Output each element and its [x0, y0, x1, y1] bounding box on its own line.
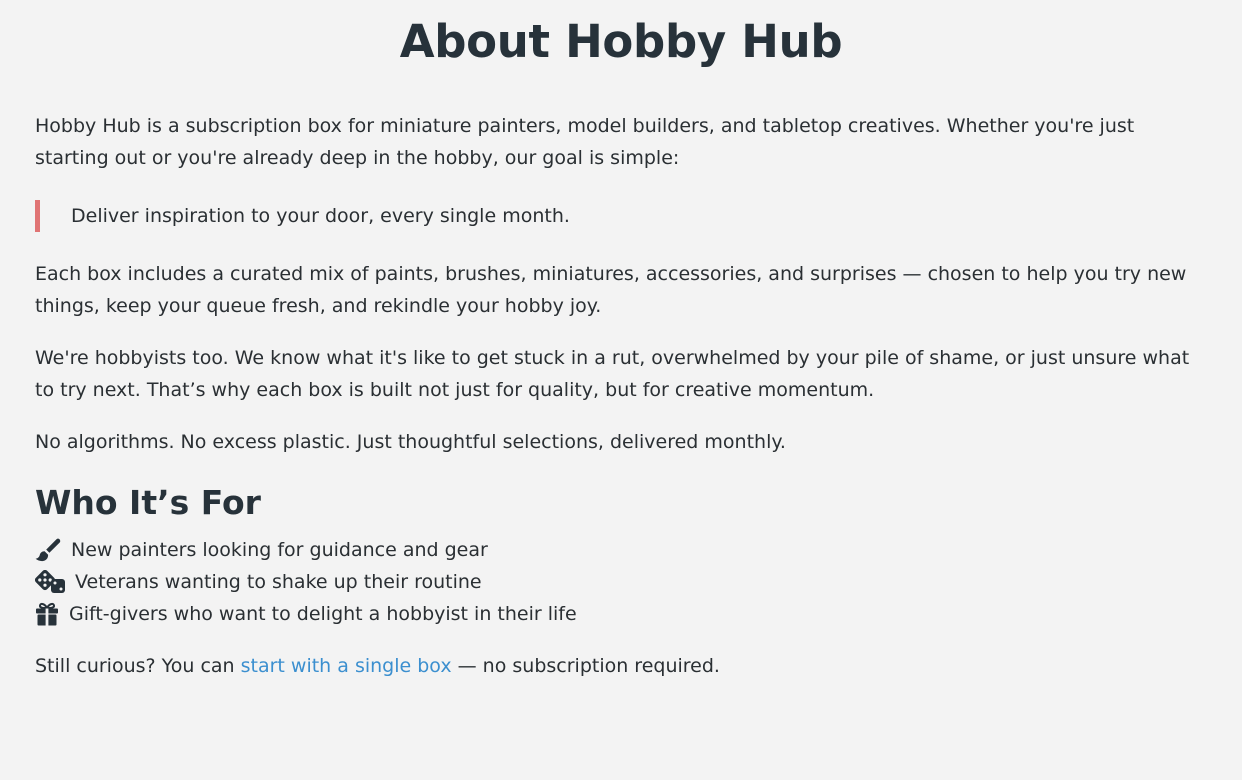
closing-prefix: Still curious? You can: [35, 655, 241, 677]
intro-paragraph: Hobby Hub is a subscription box for mini…: [35, 115, 1135, 169]
page-title: About Hobby Hub: [399, 15, 843, 68]
about-page: About Hobby Hub Hobby Hub is a subscript…: [0, 0, 1242, 682]
who-item-label: New painters looking for guidance and ge…: [71, 539, 488, 561]
box-contents-paragraph: Each box includes a curated mix of paint…: [35, 263, 1187, 317]
closing-paragraph: Still curious? You can start with a sing…: [35, 650, 1207, 682]
mission-quote: Deliver inspiration to your door, every …: [35, 200, 1207, 232]
list-item: New painters looking for guidance and ge…: [35, 534, 1207, 566]
list-item: Gift-givers who want to delight a hobbyi…: [35, 598, 1207, 630]
no-algorithms-paragraph: No algorithms. No excess plastic. Just t…: [35, 431, 786, 453]
who-list: New painters looking for guidance and ge…: [35, 534, 1207, 630]
single-box-link[interactable]: start with a single box: [241, 655, 452, 677]
who-item-label: Veterans wanting to shake up their routi…: [75, 571, 482, 593]
hobbyists-paragraph: We're hobbyists too. We know what it's l…: [35, 347, 1190, 401]
closing-suffix: — no subscription required.: [451, 655, 720, 677]
mission-quote-text: Deliver inspiration to your door, every …: [71, 205, 570, 227]
dice-icon: [35, 569, 66, 596]
list-item: Veterans wanting to shake up their routi…: [35, 566, 1207, 598]
gift-icon: [35, 601, 60, 628]
who-item-label: Gift-givers who want to delight a hobbyi…: [69, 603, 577, 625]
who-heading: Who It’s For: [35, 483, 261, 522]
paintbrush-icon: [35, 537, 62, 564]
